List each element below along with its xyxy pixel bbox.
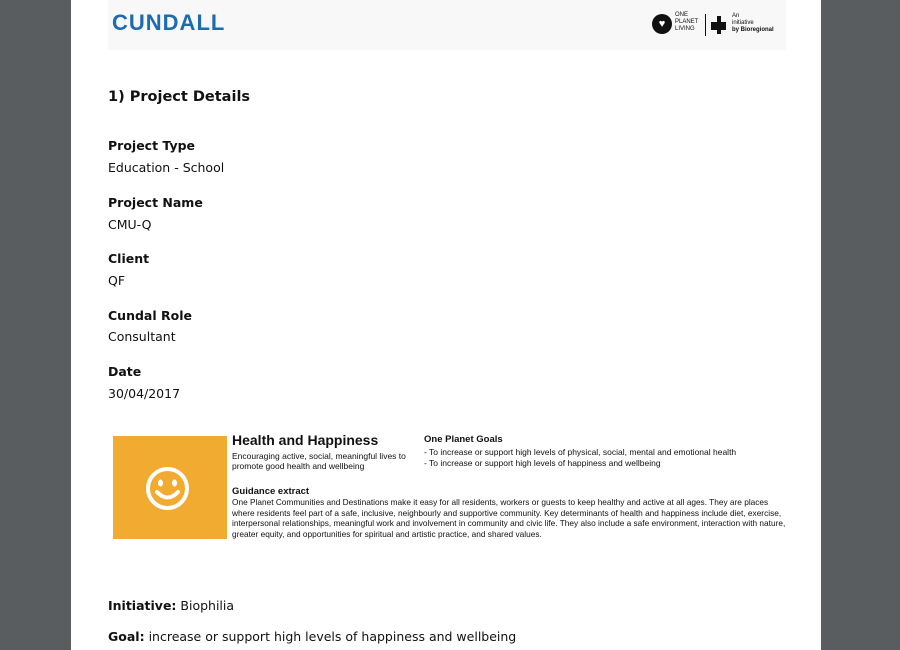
initiative-value: Biophilia bbox=[180, 598, 235, 613]
date-label: Date bbox=[108, 364, 142, 379]
heart-icon: ♥ bbox=[652, 14, 672, 34]
principle-subtitle: Encouraging active, social, meaningful l… bbox=[232, 451, 406, 471]
guidance-text: One Planet Communities and Destinations … bbox=[232, 497, 786, 540]
document-page: CUNDALL ♥ ONE PLANET LIVING An initiativ… bbox=[71, 0, 821, 650]
initiative-text: An initiative by Bioregional bbox=[732, 13, 774, 33]
client-label: Client bbox=[108, 251, 150, 266]
client-value: QF bbox=[108, 273, 126, 288]
bioregional-icon bbox=[711, 16, 726, 34]
smiley-icon bbox=[146, 467, 189, 510]
initiative-line: Initiative: Biophilia bbox=[108, 598, 234, 613]
logo-divider bbox=[705, 14, 706, 36]
date-value: 30/04/2017 bbox=[108, 386, 181, 401]
goal-value: increase or support high levels of happi… bbox=[148, 629, 517, 644]
section-title: 1) Project Details bbox=[108, 89, 251, 105]
page-header: CUNDALL ♥ ONE PLANET LIVING An initiativ… bbox=[108, 0, 786, 50]
opl-logo-text: ONE PLANET LIVING bbox=[675, 12, 699, 32]
role-value: Consultant bbox=[108, 329, 176, 344]
goal-line: Goal: increase or support high levels of… bbox=[108, 629, 516, 644]
initiative-label: Initiative: bbox=[108, 598, 177, 613]
guidance-title: Guidance extract bbox=[232, 486, 310, 497]
goals-title: One Planet Goals bbox=[424, 434, 503, 445]
cundall-logo: CUNDALL bbox=[112, 10, 226, 35]
one-planet-living-logo: ♥ ONE PLANET LIVING An initiative by Bio… bbox=[652, 12, 792, 40]
health-happiness-icon-box bbox=[113, 436, 227, 539]
project-type-value: Education - School bbox=[108, 160, 225, 175]
project-type-label: Project Type bbox=[108, 138, 196, 153]
goal-item: - To increase or support high levels of … bbox=[424, 447, 737, 457]
role-label: Cundal Role bbox=[108, 308, 192, 323]
goal-item: - To increase or support high levels of … bbox=[424, 458, 661, 468]
project-name-value: CMU-Q bbox=[108, 217, 152, 232]
goal-label: Goal: bbox=[108, 629, 145, 644]
principle-title: Health and Happiness bbox=[232, 432, 379, 448]
project-name-label: Project Name bbox=[108, 195, 203, 210]
